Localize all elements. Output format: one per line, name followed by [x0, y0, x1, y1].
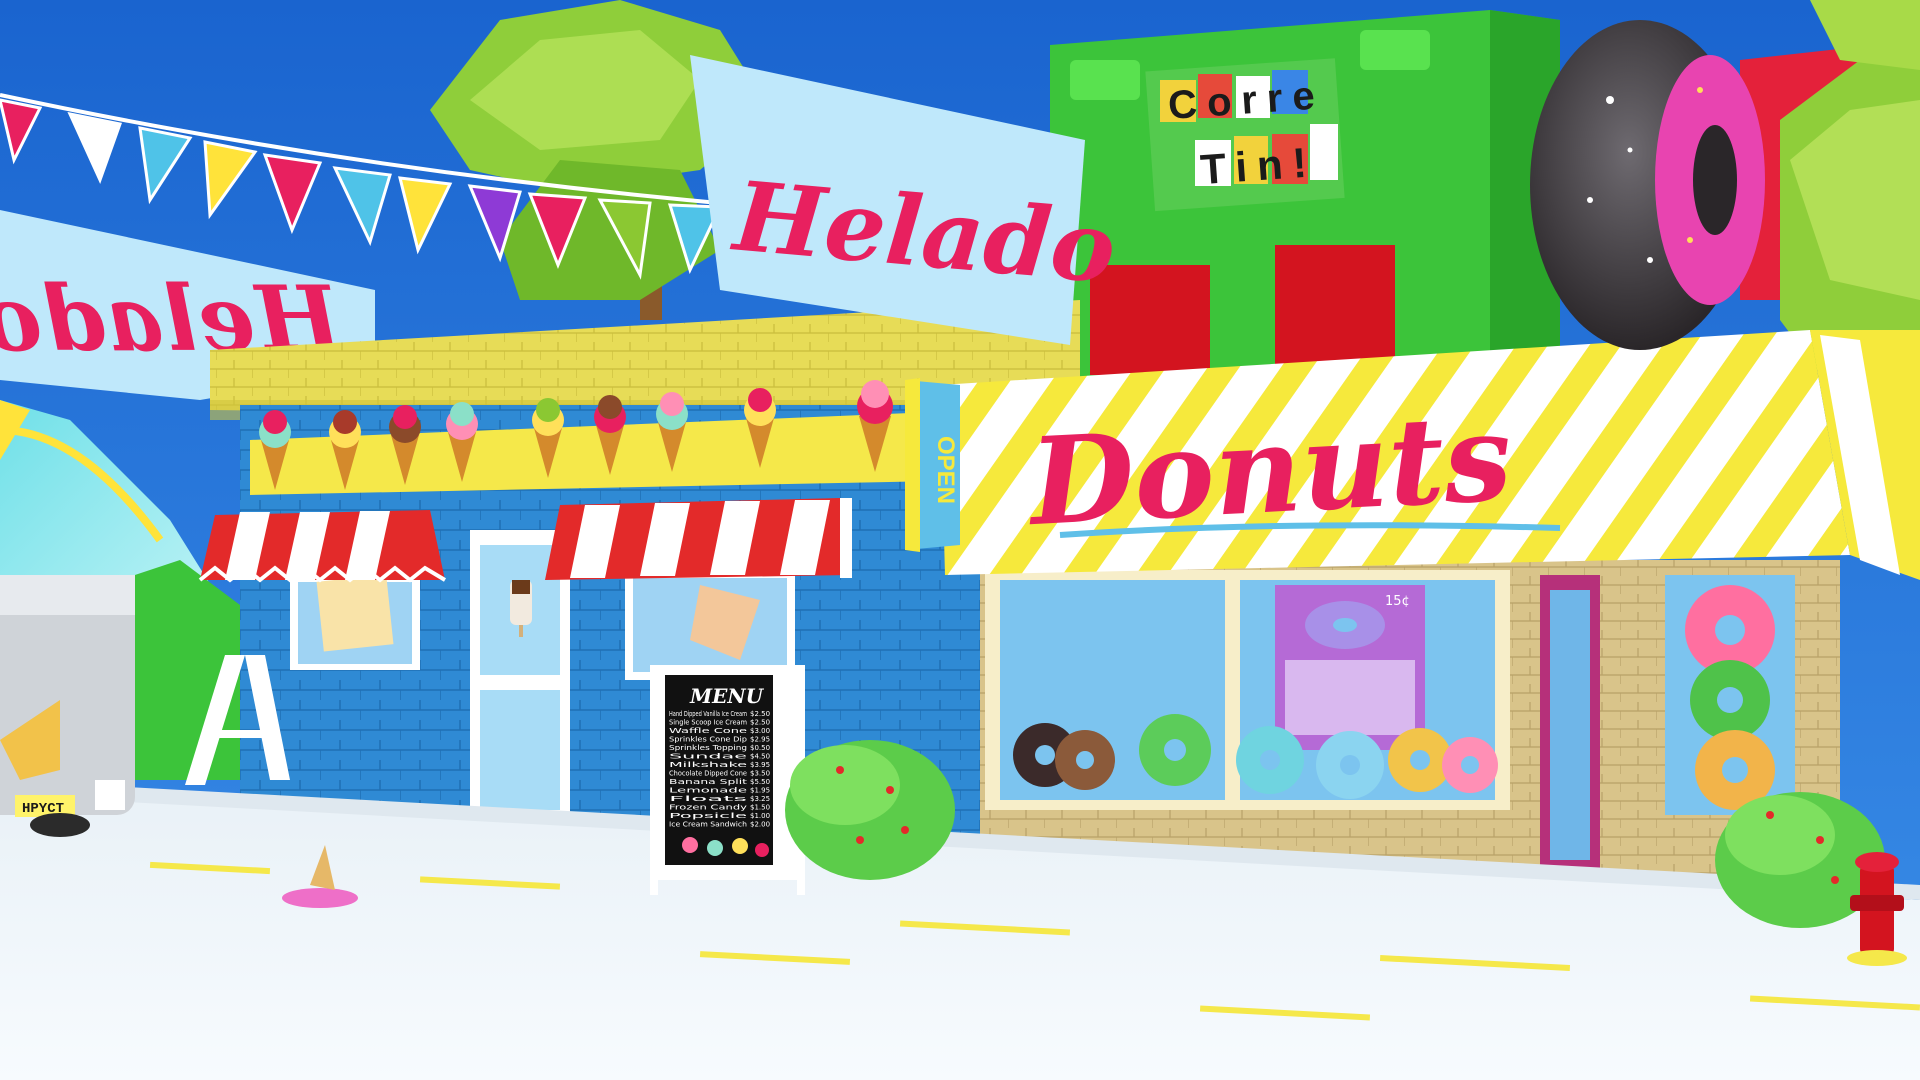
menu-item-price: $2.95	[750, 736, 770, 744]
menu-item-name: Lemonade	[669, 787, 747, 795]
menu-item-price: $1.95	[750, 787, 770, 795]
menu-item-price: $3.25	[750, 795, 770, 803]
awning-right	[545, 498, 852, 580]
menu-item-name: Waffle Cone	[669, 727, 747, 735]
menu-item-price: $1.00	[750, 812, 770, 820]
menu-item-name: Chocolate Dipped Cone	[669, 770, 747, 778]
menu-item-name: Sprinkles Cone Dip	[669, 736, 748, 744]
menu-item-name: Sprinkles Topping	[669, 744, 747, 752]
menu-item-price: $3.50	[750, 770, 770, 778]
green-building: Corre Tin!	[1050, 10, 1560, 380]
poster-price: 15¢	[1385, 594, 1410, 609]
menu-title: MENU	[689, 684, 765, 708]
menu-item-price: $2.50	[750, 719, 770, 727]
menu-board: MENU Hand Dipped Vanilla Ice Cream $2.50S…	[650, 665, 805, 895]
menu-item-price: $2.50	[750, 710, 770, 718]
menu-item-name: Hand Dipped Vanilla Ice Cream	[669, 710, 747, 718]
menu-item-name: Popsicle	[669, 812, 747, 820]
menu-item-name: Frozen Candy	[669, 804, 747, 812]
menu-item-name: Milkshake	[669, 761, 747, 769]
delivery-van: HPYCT	[0, 575, 135, 837]
menu-item-name: Sundae	[669, 753, 747, 761]
open-sign: OPEN	[905, 378, 960, 552]
menu-item-name: Banana Split	[669, 778, 747, 786]
corre-tin-sign: Corre Tin!	[1145, 58, 1345, 212]
game-scene: Corre Tin! Helado Helado 15¢ Donuts OPEN…	[0, 0, 1920, 1080]
donuts-shop: 15¢	[980, 560, 1840, 890]
menu-item-price: $5.50	[750, 778, 770, 786]
menu-item-name: Floats	[669, 795, 748, 803]
menu-item-price: $1.50	[750, 804, 770, 812]
menu-items-list: Hand Dipped Vanilla Ice Cream $2.50Single…	[669, 710, 770, 829]
bush-left	[785, 740, 955, 880]
awning-left	[198, 510, 447, 583]
menu-item-price: $3.00	[750, 727, 770, 735]
open-text: OPEN	[932, 436, 959, 504]
menu-item-price: $2.00	[750, 821, 770, 829]
street-world: Corre Tin! Helado Helado 15¢ Donuts OPEN…	[0, 0, 1920, 1080]
menu-item-name: Single Scoop Ice Cream	[669, 719, 747, 727]
menu-item-name: Ice Cream Sandwich	[669, 821, 747, 829]
corre-tin-line2: Tin!	[1199, 138, 1318, 193]
menu-item-price: $4.50	[750, 753, 770, 761]
menu-item-price: $0.50	[750, 744, 770, 752]
menu-item-price: $3.95	[750, 761, 770, 769]
